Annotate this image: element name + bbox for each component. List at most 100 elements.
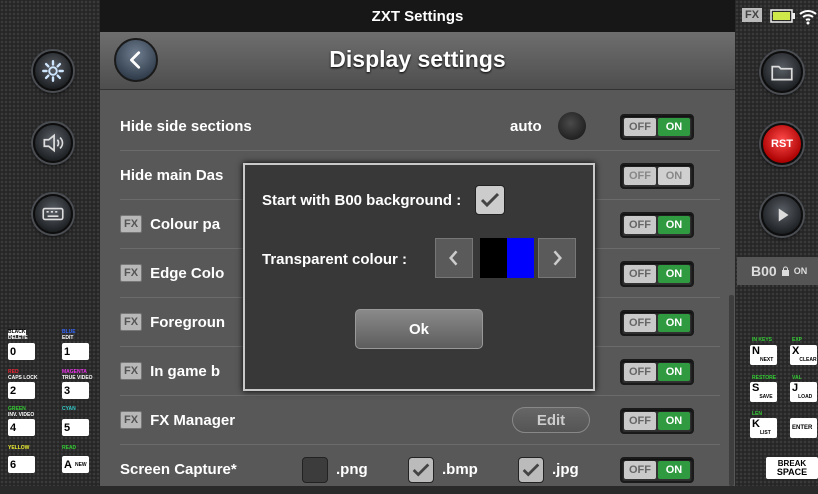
colour-swatch-paper [480, 238, 507, 278]
key-label: CYAN [62, 406, 76, 412]
key-char: K [752, 418, 760, 430]
key-char: A [64, 458, 72, 471]
toggle-off: OFF [624, 265, 656, 283]
ok-button[interactable]: Ok [355, 309, 483, 349]
check-icon [481, 192, 500, 208]
toggle-on: ON [658, 216, 690, 234]
checkbox-bmp[interactable] [408, 456, 434, 483]
toggle-on: ON [658, 314, 690, 332]
setting-row-fx-manager: FX FX Manager Edit OFF ON [120, 396, 720, 445]
fx-badge: FX [120, 411, 143, 429]
key-sub: LOAD [798, 394, 813, 400]
key-2[interactable]: 2 [8, 382, 35, 399]
b00-indicator[interactable]: B00 ON [737, 257, 818, 285]
key-3[interactable]: 3 [62, 382, 89, 399]
chevron-left-icon [449, 250, 458, 266]
key-sub: CLEAR [799, 357, 817, 363]
key-a[interactable]: A NEW [62, 456, 89, 473]
fx-badge: FX [120, 362, 143, 380]
scrollbar[interactable] [729, 295, 734, 486]
toggle-colour-palette[interactable]: OFF ON [620, 212, 694, 238]
fx-badge: FX [120, 215, 143, 233]
key-label: READ [62, 445, 77, 451]
key-6[interactable]: 6 [8, 456, 35, 473]
toggle-off: OFF [624, 167, 656, 185]
toggle-edge-colour[interactable]: OFF ON [620, 261, 694, 287]
fx-status-badge: FX [742, 8, 763, 22]
gear-icon [42, 60, 64, 82]
toggle-foreground[interactable]: OFF ON [620, 310, 694, 336]
toggle-hide-main-dashboard[interactable]: OFF ON [620, 163, 694, 189]
key-n[interactable]: N NEXT [750, 345, 777, 365]
key-char: X [792, 345, 800, 357]
key-j[interactable]: J LOAD [790, 382, 817, 402]
b00-label: B00 [751, 263, 777, 279]
key-char: 0 [10, 345, 17, 358]
page-header: Display settings [100, 32, 735, 90]
key-sub: LIST [759, 430, 771, 436]
key-label: TRUE VIDEO [62, 375, 93, 381]
toggle-on: ON [658, 412, 690, 430]
option-label: .jpg [552, 461, 579, 478]
key-x[interactable]: X CLEAR [790, 345, 817, 365]
key-0[interactable]: 0 [8, 343, 35, 360]
checkbox-png[interactable] [302, 456, 328, 483]
key-char: 1 [64, 345, 71, 358]
left-sidebar: BLACK DELETE BLUE EDIT 0 1 RED CAPS LOCK… [0, 0, 100, 486]
break-space-key[interactable]: BREAK SPACE [766, 457, 818, 479]
b00-state: ON [793, 266, 808, 276]
toggle-on: ON [658, 363, 690, 381]
lock-icon [781, 266, 789, 276]
key-label: IN KEYS [752, 337, 773, 343]
open-file-button[interactable] [761, 51, 803, 93]
option-label: .bmp [442, 461, 478, 478]
edit-button[interactable]: Edit [512, 407, 590, 433]
start-label: Start with B00 background : [262, 191, 462, 209]
reset-button[interactable]: RST [761, 123, 803, 165]
auto-knob[interactable] [558, 112, 586, 140]
toggle-off: OFF [624, 118, 656, 136]
keyboard-button[interactable] [33, 194, 73, 234]
start-checkbox[interactable] [475, 185, 506, 215]
toggle-fx-manager[interactable]: OFF ON [620, 408, 694, 434]
setting-label: Edge Colo [150, 264, 225, 282]
setting-label: Hide main Das [120, 166, 224, 184]
auto-label: auto [510, 117, 542, 135]
key-k[interactable]: K LIST [750, 418, 777, 438]
setting-row-screen-capture: Screen Capture* .png .bmp .jpg OFF ON [120, 445, 720, 494]
setting-label-wrap: FX Edge Colo [120, 264, 224, 282]
capture-option-jpg[interactable]: .jpg [518, 456, 579, 483]
settings-button[interactable] [33, 51, 73, 91]
key-label: DELETE [8, 335, 28, 341]
option-label: .png [336, 461, 368, 478]
key-char: S [752, 382, 760, 394]
key-s[interactable]: S SAVE [750, 382, 777, 402]
capture-option-bmp[interactable]: .bmp [408, 456, 478, 483]
key-char: 5 [64, 421, 71, 434]
sound-button[interactable] [33, 123, 73, 163]
setting-label: Screen Capture* [120, 461, 237, 478]
capture-option-png[interactable]: .png [302, 456, 368, 483]
prev-colour-button[interactable] [435, 238, 473, 278]
key-sub: NEW [74, 461, 87, 468]
key-5[interactable]: 5 [62, 419, 89, 436]
toggle-off: OFF [624, 314, 656, 332]
setting-label-wrap: FX Foregroun [120, 313, 225, 331]
key-enter[interactable]: ENTER [790, 418, 817, 438]
key-4[interactable]: 4 [8, 419, 35, 436]
toggle-hide-side-sections[interactable]: OFF ON [620, 114, 694, 140]
checkbox-jpg[interactable] [518, 456, 544, 483]
key-1[interactable]: 1 [62, 343, 89, 360]
key-char: ENTER [792, 425, 813, 431]
speaker-icon [43, 133, 64, 153]
setting-label: Colour pa [150, 215, 221, 233]
keyboard-icon [42, 207, 64, 221]
play-button[interactable] [761, 194, 803, 236]
wifi-icon [799, 10, 817, 25]
background-dialog: Start with B00 background : Transparent … [243, 163, 595, 391]
space-bottom: SPACE [776, 467, 808, 477]
start-row: Start with B00 background : [262, 185, 506, 215]
toggle-screen-capture[interactable]: OFF ON [620, 457, 694, 483]
next-colour-button[interactable] [538, 238, 576, 278]
toggle-in-game-background[interactable]: OFF ON [620, 359, 694, 385]
